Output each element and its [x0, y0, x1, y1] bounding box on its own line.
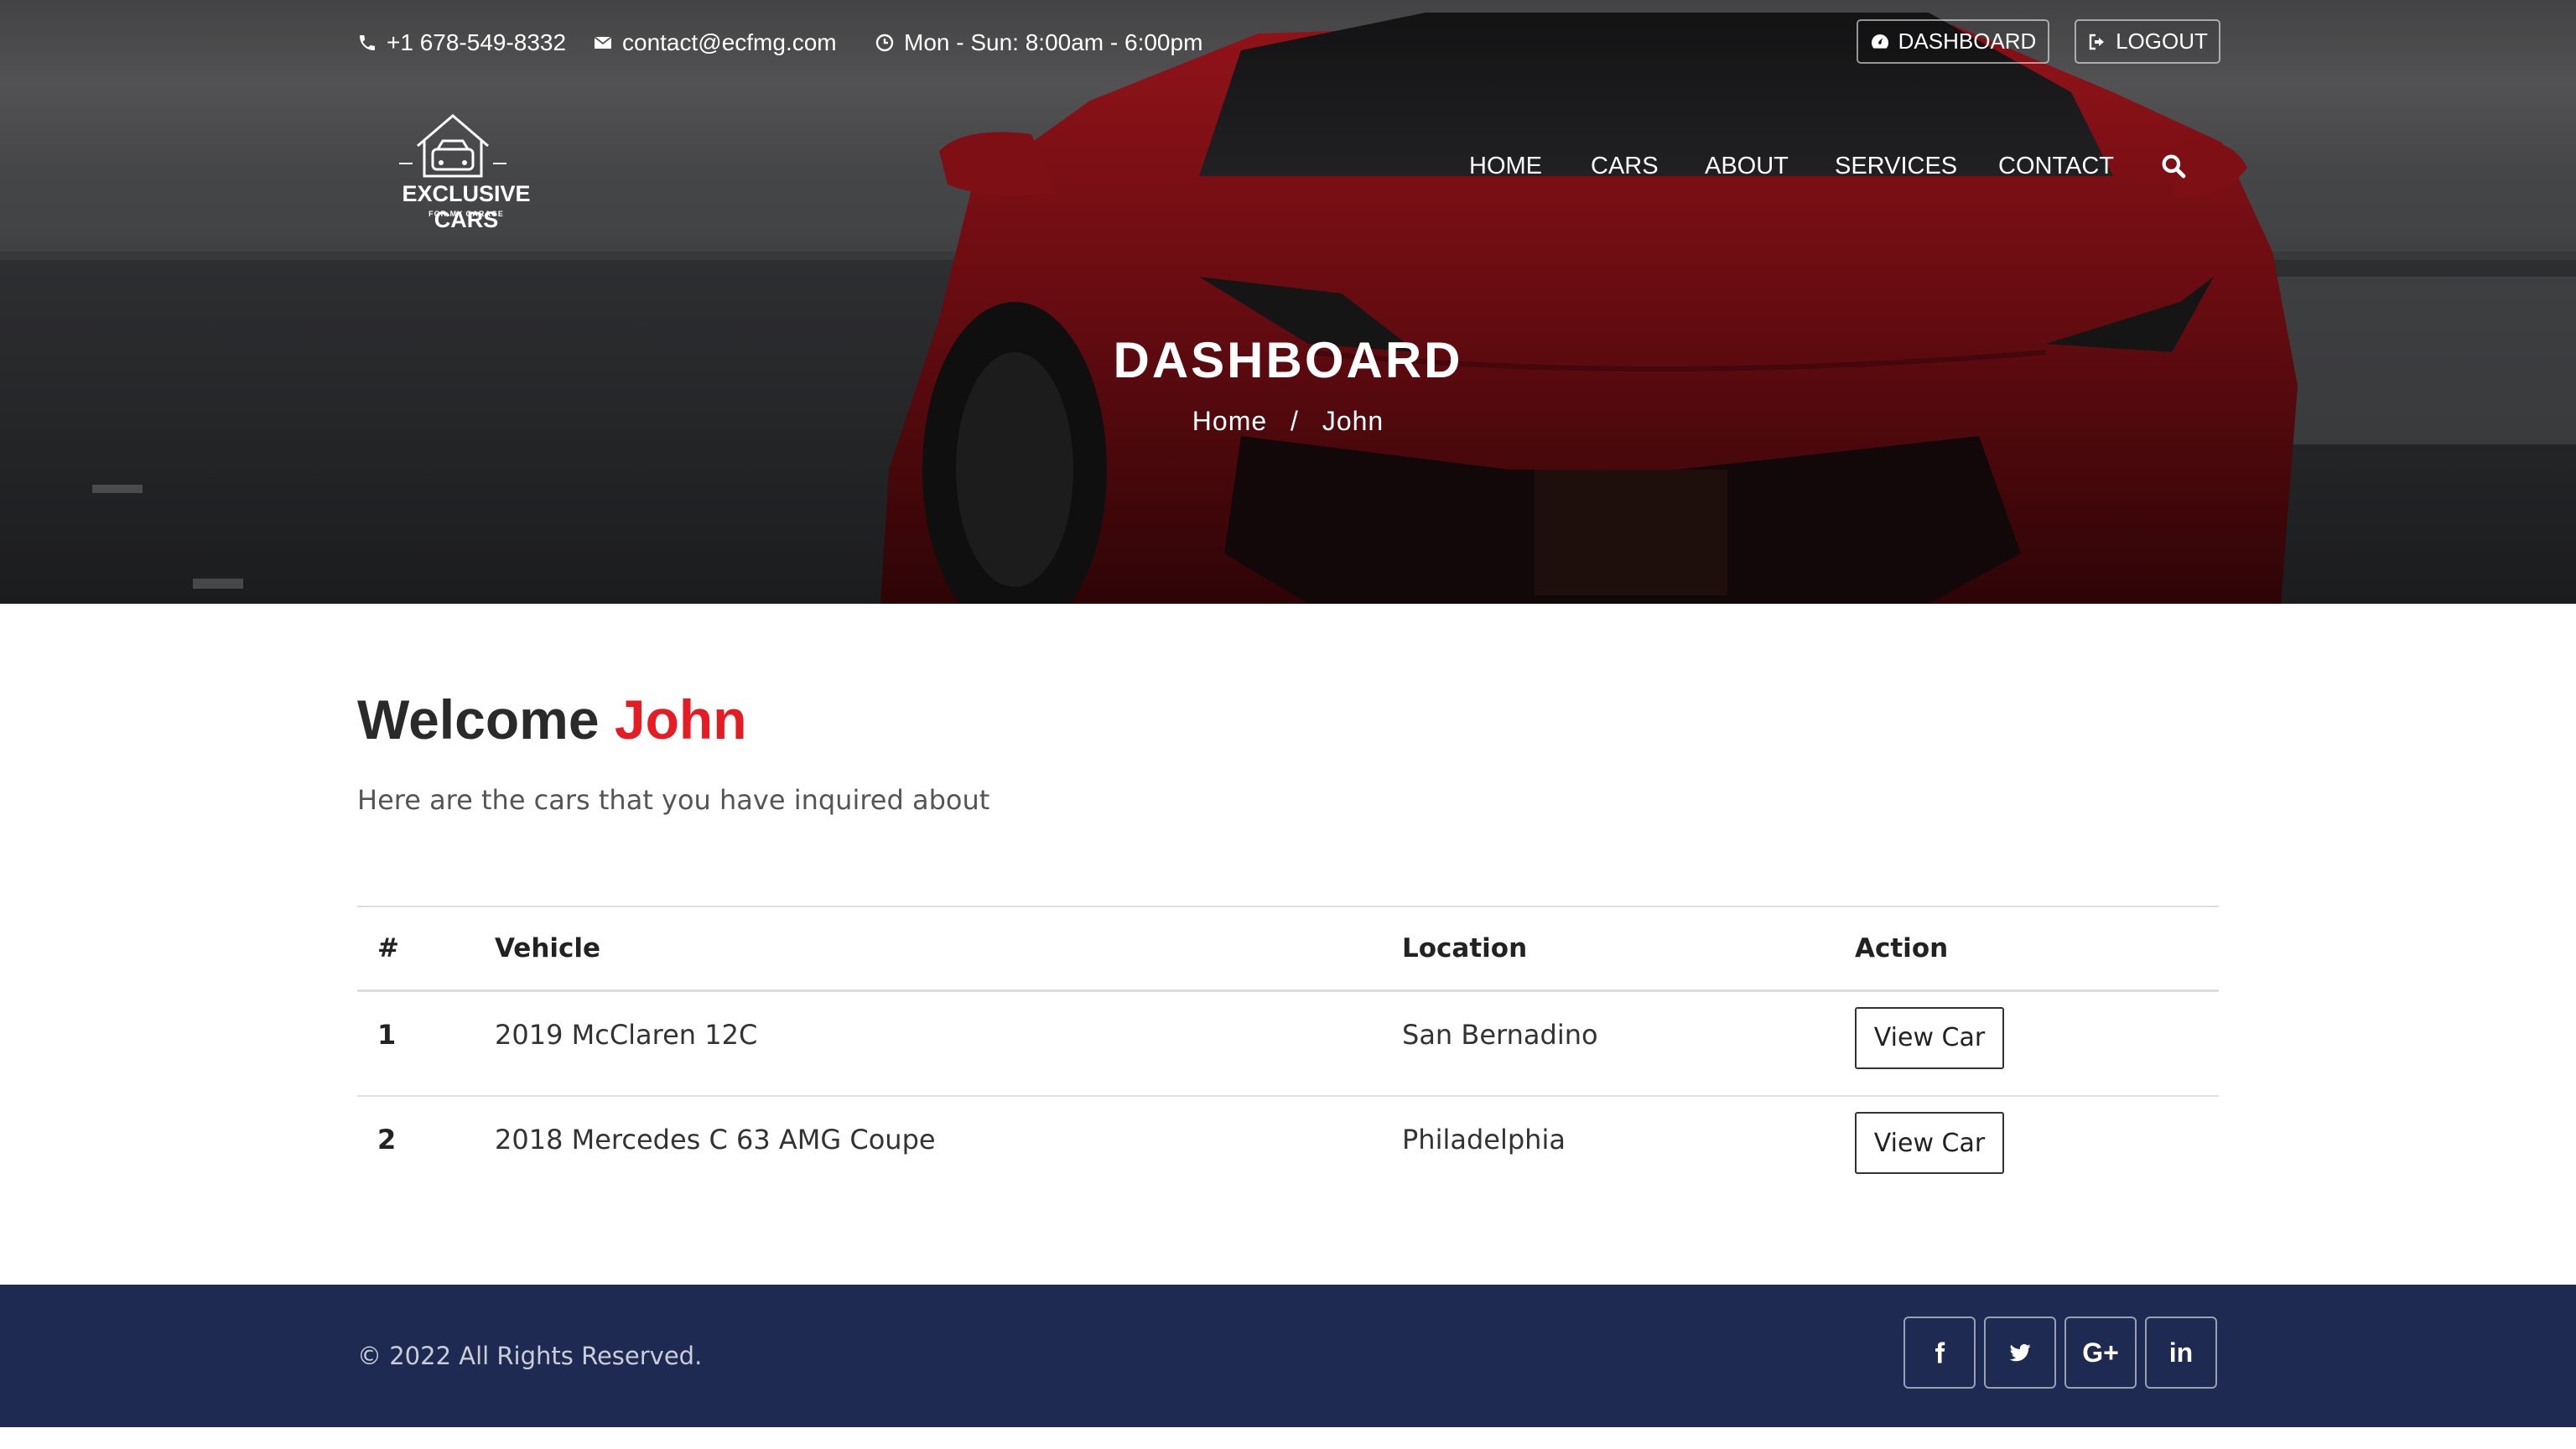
logo-name: EXCLUSIVE CARS — [402, 181, 531, 232]
table-row: 2 2018 Mercedes C 63 AMG Coupe Philadelp… — [357, 1096, 2219, 1202]
table-header-row: # Vehicle Location Action — [357, 906, 2219, 990]
logo-tagline: FOR MY GARAGE — [428, 210, 504, 218]
page-title: DASHBOARD — [1113, 332, 1463, 388]
row-vehicle: 2019 McClaren 12C — [495, 1018, 758, 1051]
site-logo[interactable]: EXCLUSIVE CARS FOR MY GARAGE — [369, 112, 564, 232]
welcome-prefix: Welcome — [357, 688, 600, 750]
row-action: View Car — [1855, 1096, 2219, 1202]
view-car-button[interactable]: View Car — [1855, 1006, 2004, 1069]
row-number: 2 — [377, 1124, 397, 1156]
facebook-icon — [1935, 1342, 1945, 1363]
breadcrumb-current: John — [1322, 406, 1384, 436]
phone-number: +1 678-549-8332 — [387, 29, 567, 55]
column-header-location: Location — [1402, 932, 1528, 963]
facebook-button[interactable] — [1903, 1317, 1976, 1389]
opening-hours: Mon - Sun: 8:00am - 6:00pm — [904, 29, 1203, 55]
hours-info: Mon - Sun: 8:00am - 6:00pm — [875, 29, 1202, 57]
row-vehicle: 2018 Mercedes C 63 AMG Coupe — [495, 1124, 936, 1156]
dashboard-button[interactable]: DASHBOARD — [1857, 19, 2049, 64]
welcome-subtitle: Here are the cars that you have inquired… — [357, 784, 990, 816]
nav-cars[interactable]: CARS — [1591, 149, 1659, 183]
column-header-action: Action — [1855, 932, 1949, 963]
row-location: Philadelphia — [1402, 1124, 1566, 1156]
nav-contact[interactable]: CONTACT — [1998, 149, 2114, 183]
nav-about[interactable]: ABOUT — [1705, 149, 1789, 183]
breadcrumb: Home / John — [0, 406, 2576, 437]
twitter-icon — [2009, 1344, 2031, 1362]
bottom-strip — [0, 1427, 2576, 1449]
copyright-text: © 2022 All Rights Reserved. — [357, 1342, 703, 1370]
column-header-vehicle: Vehicle — [495, 932, 601, 963]
envelope-icon — [594, 36, 612, 49]
logout-button-label: LOGOUT — [2116, 29, 2208, 54]
welcome-heading: Welcome John — [357, 688, 747, 751]
phone-icon — [360, 35, 375, 50]
nav-services[interactable]: SERVICES — [1835, 149, 1957, 183]
row-action: View Car — [1855, 990, 2219, 1096]
google-plus-icon: G+ — [2082, 1337, 2119, 1368]
email-info: contact@ecfmg.com — [593, 29, 837, 57]
garage-car-logo-icon — [399, 114, 506, 178]
top-bar: +1 678-549-8332 contact@ecfmg.com Mon - … — [0, 0, 2576, 84]
breadcrumb-home[interactable]: Home — [1192, 406, 1267, 436]
search-icon[interactable] — [2160, 153, 2187, 179]
table-row: 1 2019 McClaren 12C San Bernadino View C… — [357, 990, 2219, 1096]
site-footer: © 2022 All Rights Reserved. G+ in — [0, 1285, 2576, 1427]
clock-icon — [875, 34, 894, 52]
hero-banner — [0, 0, 2576, 604]
row-number: 1 — [377, 1018, 397, 1051]
view-car-button[interactable]: View Car — [1855, 1112, 2004, 1174]
twitter-button[interactable] — [1984, 1317, 2056, 1389]
nav-home[interactable]: HOME — [1469, 149, 1542, 183]
logout-icon — [2089, 34, 2105, 49]
phone-info: +1 678-549-8332 — [357, 29, 566, 57]
hero-overlay — [0, 0, 2576, 604]
welcome-user-name: John — [614, 688, 747, 750]
linkedin-icon: in — [2168, 1337, 2194, 1368]
breadcrumb-separator: / — [1291, 406, 1299, 436]
logout-button[interactable]: LOGOUT — [2075, 19, 2220, 64]
dashboard-button-label: DASHBOARD — [1898, 29, 2037, 54]
linkedin-button[interactable]: in — [2145, 1317, 2217, 1389]
column-header-number: # — [377, 932, 399, 963]
email-address[interactable]: contact@ecfmg.com — [622, 29, 837, 56]
dashboard-icon — [1871, 34, 1888, 49]
row-location: San Bernadino — [1402, 1018, 1598, 1051]
google-plus-button[interactable]: G+ — [2064, 1317, 2137, 1389]
inquiries-table: # Vehicle Location Action 1 2019 McClare… — [357, 906, 2219, 1202]
